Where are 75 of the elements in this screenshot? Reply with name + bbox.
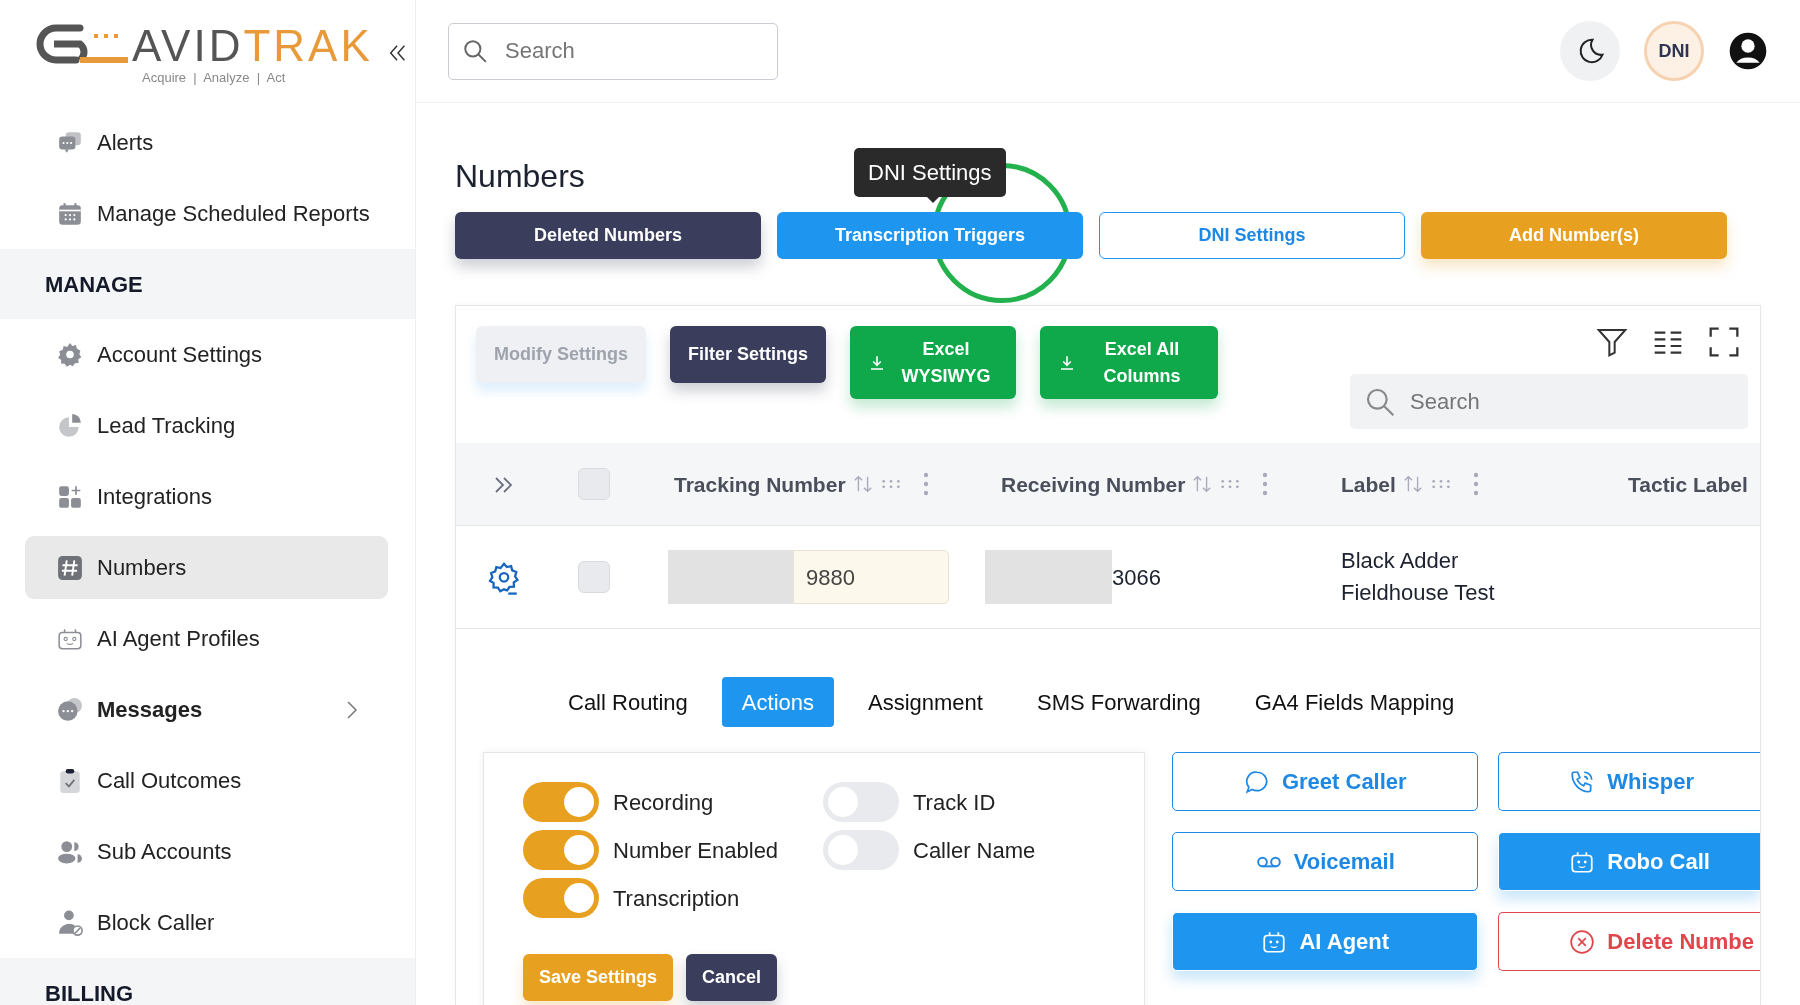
section-heading: BILLING <box>0 958 415 1005</box>
filter-button[interactable] <box>1596 326 1628 359</box>
hash-icon <box>57 554 83 581</box>
toggle-label: Track ID <box>913 788 996 817</box>
chevron-right-icon <box>345 699 359 720</box>
sidebar-item[interactable]: Integrations <box>0 461 415 532</box>
logo-text: AVIDTRAK <box>132 24 373 68</box>
calendar-icon <box>57 200 83 227</box>
x-circle-icon <box>1569 928 1596 955</box>
sidebar-item[interactable]: AI Agent Profiles <box>0 603 415 674</box>
fullscreen-icon <box>1708 326 1740 359</box>
sidebar-item[interactable]: Manage Scheduled Reports <box>0 178 415 249</box>
sidebar-item[interactable]: Account Settings <box>0 319 415 390</box>
column-header[interactable]: Label <box>1341 468 1396 501</box>
sidebar-item[interactable]: Block Caller <box>0 887 415 958</box>
toggle-label: Caller Name <box>913 836 1036 865</box>
table-cell-text: 3066 <box>1112 563 1161 592</box>
tooltip: DNI Settings <box>854 148 1006 197</box>
fullscreen-button[interactable] <box>1708 326 1740 359</box>
kebab-menu-icon <box>1261 471 1270 498</box>
download-icon <box>868 353 886 372</box>
detail-tab[interactable]: Assignment <box>848 677 1003 728</box>
action-button[interactable]: Voicemail <box>1172 832 1479 892</box>
sidebar-item[interactable]: Call Outcomes <box>0 745 415 816</box>
blocks-icon <box>57 483 83 510</box>
toggle-switch[interactable] <box>523 878 599 919</box>
users-icon <box>57 838 83 865</box>
column-header[interactable]: Tactic Label <box>1628 468 1748 501</box>
sidebar-item[interactable]: Sub Accounts <box>0 816 415 887</box>
page-action-button[interactable]: DNI Settings <box>1099 212 1405 260</box>
action-button[interactable]: Greet Caller <box>1172 752 1479 812</box>
tracking-number-field[interactable]: 9880 <box>793 550 949 605</box>
user-blocked-icon <box>57 909 83 936</box>
page-action-button[interactable]: Deleted Numbers <box>455 212 761 260</box>
logo-tagline: Acquire | Analyze | Act <box>141 69 287 87</box>
user-avatar-icon <box>1728 31 1768 71</box>
detail-tab[interactable]: GA4 Fields Mapping <box>1234 677 1475 728</box>
pie-chart-icon <box>57 412 83 439</box>
toggle-label: Recording <box>613 788 714 817</box>
action-button[interactable]: Whisper <box>1498 752 1760 812</box>
toggle-label: Transcription <box>613 884 740 913</box>
account-badge[interactable]: DNI <box>1644 21 1704 81</box>
section-heading: MANAGE <box>0 249 415 319</box>
sidebar-item[interactable]: Numbers <box>25 536 388 599</box>
sidebar-item[interactable]: Lead Tracking <box>0 390 415 461</box>
chat-bubble-icon <box>1243 768 1270 795</box>
search-icon <box>462 38 488 64</box>
select-all-checkbox[interactable] <box>578 468 610 501</box>
row-checkbox[interactable] <box>578 561 610 594</box>
toggle-switch[interactable] <box>523 830 599 871</box>
search-field[interactable]: Search <box>448 22 778 80</box>
column-header[interactable]: Receiving Number <box>1001 468 1186 501</box>
gear-icon <box>487 561 521 595</box>
toggle-switch[interactable] <box>523 782 599 823</box>
phone-wave-icon <box>1569 768 1596 795</box>
action-button[interactable]: Delete Numbe <box>1498 912 1760 972</box>
clipboard-check-icon <box>57 767 83 794</box>
table-search-field[interactable]: Search <box>1350 374 1748 430</box>
gear-icon <box>57 341 83 368</box>
table-cell-text: Black Adder Fieldhouse Test <box>1341 547 1496 608</box>
detail-tab[interactable]: Call Routing <box>548 677 708 728</box>
profile-button[interactable] <box>1728 31 1768 71</box>
filter-icon <box>1596 326 1628 359</box>
sidebar-item[interactable]: Alerts <box>0 107 415 178</box>
sidebar-item[interactable]: Messages <box>0 674 415 745</box>
toolbar-button[interactable]: Filter Settings <box>670 326 826 384</box>
toggle-label: Number Enabled <box>613 836 779 865</box>
column-header[interactable]: Tracking Number <box>674 468 846 501</box>
page-title: Numbers <box>455 157 585 196</box>
kebab-menu-icon <box>921 471 930 498</box>
settings-button[interactable]: Cancel <box>686 954 778 1002</box>
kebab-menu-icon <box>1471 471 1480 498</box>
chat-bubbles-icon <box>57 696 83 723</box>
download-icon <box>1058 353 1076 372</box>
detail-tab[interactable]: SMS Forwarding <box>1016 677 1221 728</box>
